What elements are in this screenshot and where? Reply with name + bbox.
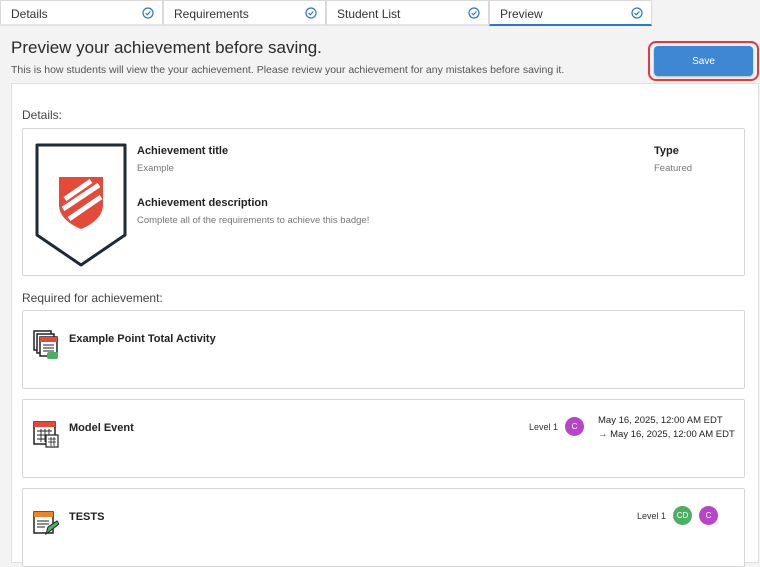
- achievement-title-value: Example: [137, 163, 174, 174]
- requirement-card[interactable]: Example Point Total Activity: [22, 310, 745, 389]
- calendar-event-icon: [33, 421, 59, 448]
- check-circle-icon: [305, 7, 317, 19]
- page-title: Preview your achievement before saving.: [11, 38, 322, 57]
- requirement-level: Level 1: [637, 511, 667, 521]
- tab-label: Student List: [337, 7, 401, 21]
- point-activity-icon: [33, 330, 58, 359]
- event-end-row: → May 16, 2025, 12:00 AM EDT: [598, 429, 735, 440]
- achievement-details-card: Achievement title Example Achievement de…: [22, 128, 745, 276]
- tab-preview[interactable]: Preview: [489, 0, 652, 26]
- tab-requirements[interactable]: Requirements: [163, 0, 326, 26]
- requirement-name: Example Point Total Activity: [69, 333, 216, 345]
- check-circle-icon: [468, 7, 480, 19]
- page-subtitle: This is how students will view the your …: [11, 64, 565, 76]
- event-end-date: May 16, 2025, 12:00 AM EDT: [610, 429, 735, 440]
- avatar[interactable]: C: [565, 417, 584, 436]
- avatar[interactable]: C: [699, 506, 718, 525]
- save-button-highlight: Save: [648, 41, 759, 81]
- save-button[interactable]: Save: [654, 46, 753, 76]
- event-start-date: May 16, 2025, 12:00 AM EDT: [598, 415, 723, 426]
- tab-label: Requirements: [174, 7, 249, 21]
- achievement-badge-icon: [35, 143, 127, 267]
- details-section-label: Details:: [22, 108, 63, 122]
- tab-label: Details: [11, 7, 48, 21]
- tab-details[interactable]: Details: [0, 0, 163, 26]
- requirement-card[interactable]: Model Event Level 1 C May 16, 2025, 12:0…: [22, 399, 745, 478]
- avatar[interactable]: CD: [673, 506, 692, 525]
- achievement-type-label: Type: [654, 145, 679, 157]
- achievement-description-value: Complete all of the requirements to achi…: [137, 215, 370, 226]
- requirement-card[interactable]: TESTS Level 1 CD C: [22, 488, 745, 567]
- tab-label: Preview: [500, 7, 543, 21]
- achievement-description-label: Achievement description: [137, 197, 268, 209]
- tab-bar: Details Requirements Student List Previe…: [0, 0, 652, 26]
- requirement-name: TESTS: [69, 511, 105, 523]
- check-circle-icon: [631, 7, 643, 19]
- requirement-name: Model Event: [69, 422, 134, 434]
- requirements-section-label: Required for achievement:: [22, 291, 163, 305]
- tab-student-list[interactable]: Student List: [326, 0, 489, 26]
- achievement-type-value: Featured: [654, 163, 693, 174]
- requirement-level: Level 1: [529, 422, 559, 432]
- test-clipboard-icon: [33, 511, 59, 536]
- arrow-right-icon: →: [598, 429, 608, 440]
- check-circle-icon: [142, 7, 154, 19]
- achievement-title-label: Achievement title: [137, 145, 229, 157]
